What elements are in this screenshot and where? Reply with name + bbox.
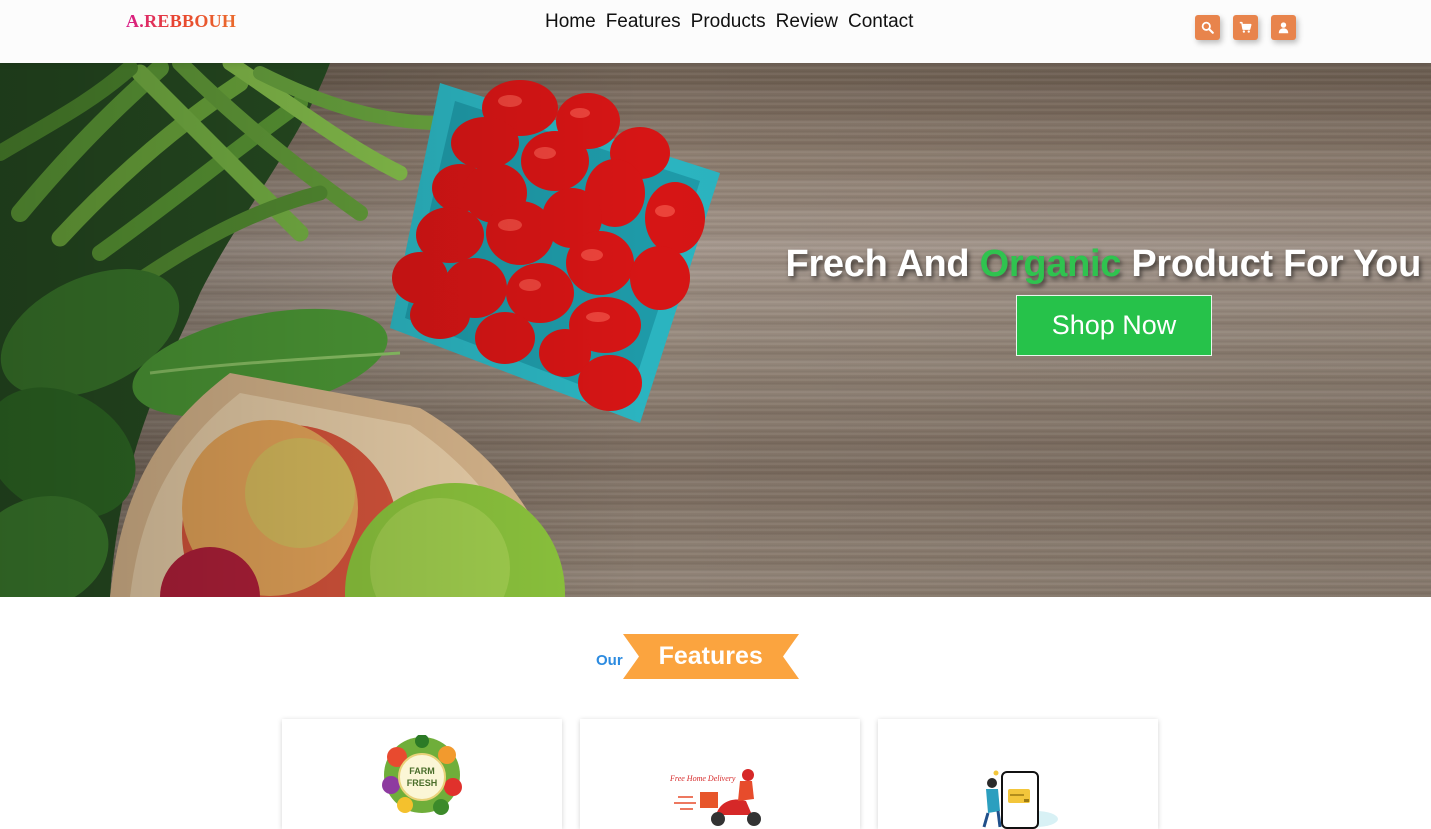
- main-nav: Home Features Products Review Contact: [545, 11, 913, 33]
- features-heading: Our Features: [596, 634, 799, 679]
- search-button[interactable]: [1195, 15, 1220, 40]
- feature-card-fresh: FARM FRESH: [282, 719, 562, 829]
- features-title: Features: [658, 642, 763, 670]
- hero-banner: Frech And Organic Product For You Shop N…: [0, 63, 1431, 597]
- search-icon: [1201, 21, 1214, 34]
- nav-home[interactable]: Home: [545, 11, 596, 33]
- hero-title: Frech And Organic Product For You: [785, 243, 1422, 286]
- site-header: A.REBBOUH Home Features Products Review …: [0, 0, 1431, 63]
- account-button[interactable]: [1271, 15, 1296, 40]
- badge-line1: FARM: [409, 766, 435, 776]
- hero-shade: [0, 63, 1431, 597]
- features-prefix: Our: [596, 652, 623, 669]
- hero-title-part1: Frech And: [785, 243, 980, 285]
- feature-card-payment: [878, 719, 1158, 829]
- nav-features[interactable]: Features: [606, 11, 681, 33]
- nav-products[interactable]: Products: [691, 11, 766, 33]
- features-ribbon: Features: [622, 634, 799, 679]
- header-icons: [1195, 15, 1296, 40]
- user-icon: [1278, 22, 1289, 34]
- cart-icon: [1239, 21, 1252, 33]
- shop-now-button[interactable]: Shop Now: [1016, 295, 1212, 356]
- badge-line2: FRESH: [407, 778, 438, 788]
- farm-fresh-badge-icon: FARM FRESH: [382, 735, 462, 815]
- mobile-payment-icon: [982, 770, 1058, 829]
- site-logo[interactable]: A.REBBOUH: [126, 11, 236, 32]
- delivery-scooter-icon: Free Home Delivery: [669, 769, 761, 826]
- hero-title-part2: Product For You: [1121, 243, 1421, 285]
- feature-card-delivery: Free Home Delivery: [580, 719, 860, 829]
- nav-review[interactable]: Review: [776, 11, 838, 33]
- delivery-caption: Free Home Delivery: [669, 774, 736, 783]
- nav-contact[interactable]: Contact: [848, 11, 913, 33]
- cart-button[interactable]: [1233, 15, 1258, 40]
- hero-title-highlight: Organic: [979, 243, 1122, 285]
